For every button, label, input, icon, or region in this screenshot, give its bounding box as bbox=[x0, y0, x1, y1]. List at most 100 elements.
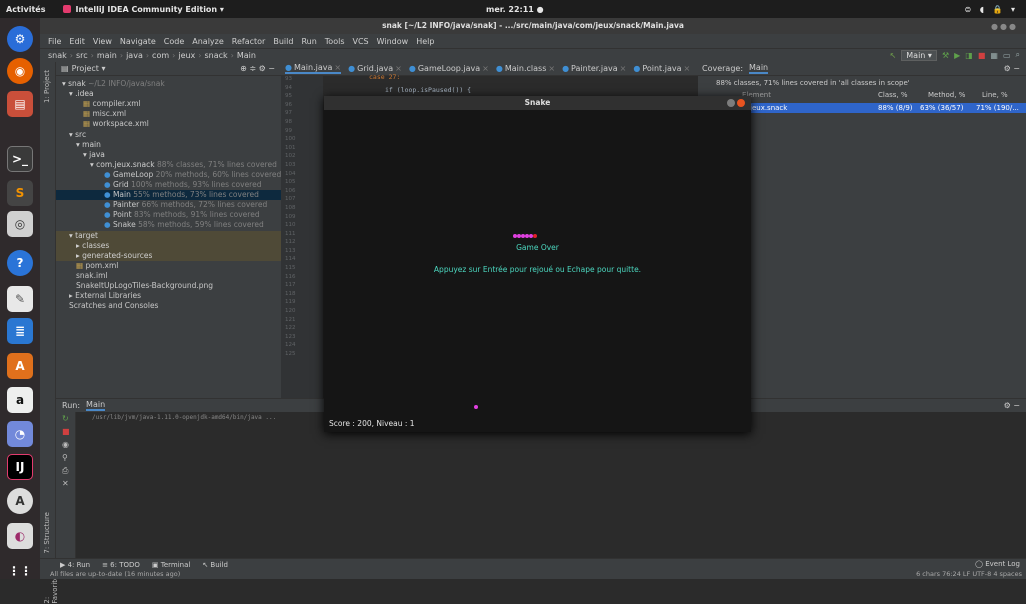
project-panel-tools-icon[interactable]: ⊕ ≑ ⚙ − bbox=[240, 64, 275, 73]
activities-button[interactable]: Activités bbox=[6, 5, 45, 14]
rerun-icon[interactable]: ↻ bbox=[62, 414, 69, 423]
menu-item-build[interactable]: Build bbox=[273, 37, 293, 46]
run-config-select[interactable]: Main ▾ bbox=[901, 49, 937, 61]
breadcrumb-item[interactable]: java bbox=[126, 51, 143, 60]
structure-icon[interactable]: ▦ bbox=[990, 51, 998, 60]
coverage-icon[interactable]: ◨ bbox=[965, 51, 973, 60]
coverage-col-line[interactable]: Line, % bbox=[982, 91, 1008, 99]
terminal-tool-button[interactable]: ▣ Terminal bbox=[152, 561, 190, 569]
build-tool-button[interactable]: ↖ Build bbox=[202, 561, 228, 569]
coverage-col-class[interactable]: Class, % bbox=[878, 91, 908, 99]
dock-item-sublime-icon[interactable]: S bbox=[7, 180, 33, 206]
close-run-icon[interactable]: ✕ bbox=[62, 479, 69, 488]
search-icon[interactable]: ⌕ bbox=[1016, 50, 1020, 60]
coverage-tab[interactable]: Main bbox=[749, 63, 769, 74]
layout-icon[interactable]: ▭ bbox=[1003, 51, 1011, 60]
menu-item-navigate[interactable]: Navigate bbox=[120, 37, 156, 46]
tree-node[interactable]: ▦ workspace.xml bbox=[83, 119, 149, 129]
run-icon[interactable]: ▶ bbox=[954, 51, 960, 60]
menu-item-help[interactable]: Help bbox=[416, 37, 434, 46]
window-controls[interactable]: ●●● bbox=[991, 22, 1018, 31]
tree-node[interactable]: ▾ java bbox=[83, 150, 105, 160]
dock-item-settings-icon[interactable]: ⚙ bbox=[7, 26, 33, 52]
close-tab-icon[interactable]: × bbox=[395, 64, 402, 73]
menu-item-vcs[interactable]: VCS bbox=[353, 37, 369, 46]
system-tray[interactable]: ⊜ ◖ 🔒 ▾ bbox=[964, 5, 1018, 14]
build-icon[interactable]: ⚒ bbox=[942, 51, 949, 60]
breadcrumb-item[interactable]: snack bbox=[205, 51, 228, 60]
dock-item-firefox-icon[interactable]: ◉ bbox=[7, 58, 33, 84]
project-view-select[interactable]: Project ▾ bbox=[72, 64, 106, 73]
close-tab-icon[interactable]: × bbox=[620, 64, 627, 73]
coverage-settings-icon[interactable]: ⚙ − bbox=[1004, 64, 1020, 73]
status-info[interactable]: 6 chars 76:24 LF UTF-8 4 spaces bbox=[916, 570, 1022, 579]
todo-tool-button[interactable]: ≡ 6: TODO bbox=[102, 561, 140, 569]
event-log-button[interactable]: ◯ Event Log bbox=[975, 558, 1020, 570]
run-console[interactable]: /usr/lib/jvm/java-1.11.0-openjdk-amd64/b… bbox=[56, 412, 1026, 558]
coverage-col-method[interactable]: Method, % bbox=[928, 91, 965, 99]
editor-tab[interactable]: ● Main.java × bbox=[285, 63, 342, 74]
tree-node[interactable]: ● Main 55% methods, 73% lines covered bbox=[104, 190, 259, 200]
dock-item-intellij-icon[interactable]: IJ bbox=[7, 454, 33, 480]
close-tab-icon[interactable]: × bbox=[334, 63, 341, 72]
dock-item-help-icon[interactable]: ? bbox=[7, 250, 33, 276]
editor-tab[interactable]: ● Point.java × bbox=[633, 64, 690, 73]
breadcrumb-item[interactable]: Main bbox=[237, 51, 256, 60]
menu-item-view[interactable]: View bbox=[93, 37, 112, 46]
tree-node[interactable]: ▾ src bbox=[69, 130, 86, 140]
camera-icon[interactable]: ◉ bbox=[62, 440, 69, 449]
tree-node[interactable]: ▦ pom.xml bbox=[76, 261, 118, 271]
menu-item-run[interactable]: Run bbox=[301, 37, 316, 46]
tree-node[interactable]: SnakeItUpLogoTiles-Background.png bbox=[76, 281, 213, 291]
dock-item-files-icon[interactable]: ▤ bbox=[7, 91, 33, 117]
back-arrow-icon[interactable]: ↖ bbox=[890, 51, 897, 60]
clock[interactable]: mer. 22:11 ● bbox=[486, 5, 544, 14]
structure-tool-button[interactable]: 7: Structure bbox=[43, 512, 51, 554]
dock-item-discord-icon[interactable]: ◔ bbox=[7, 421, 33, 447]
tree-node[interactable]: snak.iml bbox=[76, 271, 107, 281]
tree-node[interactable]: ● Snake 58% methods, 59% lines covered bbox=[104, 220, 264, 230]
tree-node[interactable]: ▾ snak ~/L2 INFO/java/snak bbox=[62, 79, 165, 89]
tree-node[interactable]: ● Painter 66% methods, 72% lines covered bbox=[104, 200, 267, 210]
dock-item-webcam-icon[interactable]: ◎ bbox=[7, 211, 33, 237]
menu-item-file[interactable]: File bbox=[48, 37, 61, 46]
stop-run-icon[interactable]: ■ bbox=[62, 427, 70, 436]
tree-node[interactable]: ▾ com.jeux.snack 88% classes, 71% lines … bbox=[90, 160, 277, 170]
editor-tab[interactable]: ● Grid.java × bbox=[348, 64, 402, 73]
close-tab-icon[interactable]: × bbox=[482, 64, 489, 73]
dock-item-eclipse-icon[interactable]: ◐ bbox=[7, 523, 33, 549]
editor-tab[interactable]: ● Main.class × bbox=[496, 64, 555, 73]
menu-item-tools[interactable]: Tools bbox=[325, 37, 345, 46]
dock-item-amazon-icon[interactable]: a bbox=[7, 387, 33, 413]
project-tool-button[interactable]: 1: Project bbox=[43, 70, 51, 103]
tree-node[interactable]: ● GameLoop 20% methods, 60% lines covere… bbox=[104, 170, 281, 180]
dock-item-writer-icon[interactable]: ≣ bbox=[7, 318, 33, 344]
tree-node[interactable]: ▦ misc.xml bbox=[83, 109, 126, 119]
breadcrumb-item[interactable]: main bbox=[97, 51, 117, 60]
close-icon[interactable] bbox=[737, 99, 745, 107]
dock-item-terminal-icon[interactable]: >_ bbox=[7, 146, 33, 172]
pin-icon[interactable]: ⚲ bbox=[62, 453, 68, 462]
dock-item-impress-icon[interactable]: A bbox=[7, 353, 33, 379]
menu-item-edit[interactable]: Edit bbox=[69, 37, 85, 46]
tree-node[interactable]: ▸ generated-sources bbox=[76, 251, 152, 261]
dock-item-software-icon[interactable]: A bbox=[7, 488, 33, 514]
tree-node[interactable]: ▸ External Libraries bbox=[69, 291, 141, 301]
tree-node[interactable]: ▾ .idea bbox=[69, 89, 94, 99]
tree-node[interactable]: ▦ compiler.xml bbox=[83, 99, 141, 109]
stop-icon[interactable]: ■ bbox=[978, 51, 986, 60]
run-settings-icon[interactable]: ⚙ − bbox=[1004, 401, 1020, 410]
tree-node[interactable]: Scratches and Consoles bbox=[69, 301, 158, 311]
dock-item-editor-icon[interactable]: ✎ bbox=[7, 286, 33, 312]
menu-item-window[interactable]: Window bbox=[377, 37, 409, 46]
tree-node[interactable]: ● Grid 100% methods, 93% lines covered bbox=[104, 180, 261, 190]
dock-show-apps-icon[interactable]: ⋮⋮ bbox=[7, 558, 33, 584]
editor-tab[interactable]: ● Painter.java × bbox=[562, 64, 626, 73]
tree-node[interactable]: ▸ classes bbox=[76, 241, 109, 251]
run-tool-button[interactable]: ▶ 4: Run bbox=[60, 561, 90, 569]
run-tab[interactable]: Main bbox=[86, 400, 106, 411]
close-tab-icon[interactable]: × bbox=[683, 64, 690, 73]
minimize-icon[interactable] bbox=[727, 99, 735, 107]
snake-game-window[interactable]: Snake Game Over Appuyez sur Entrée pour … bbox=[324, 96, 751, 432]
close-tab-icon[interactable]: × bbox=[548, 64, 555, 73]
